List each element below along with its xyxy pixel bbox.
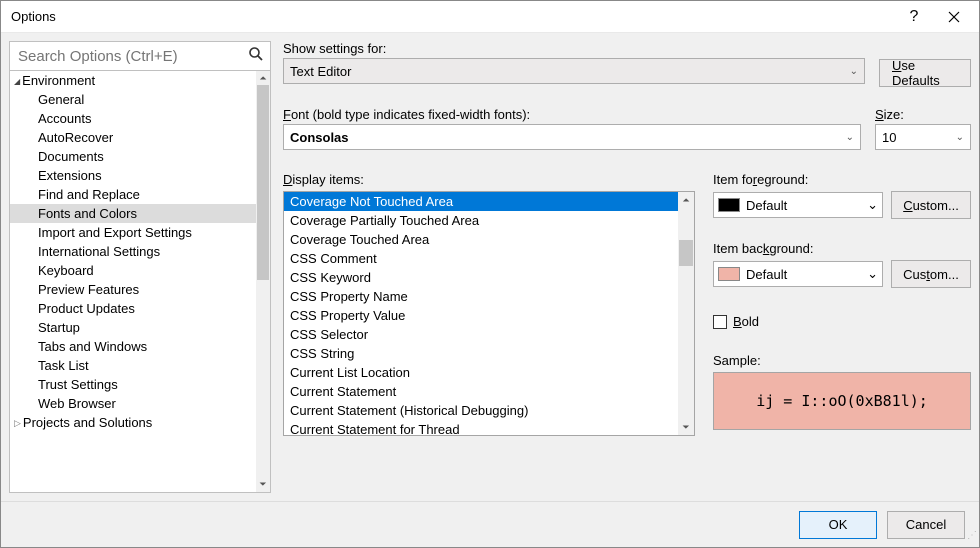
sample-text: ij = I::oO(0xB81l); bbox=[756, 392, 928, 410]
titlebar: Options ? bbox=[1, 1, 979, 33]
bold-checkbox[interactable]: Bold bbox=[713, 314, 971, 329]
scroll-down-icon[interactable]: ⏷ bbox=[259, 477, 266, 492]
size-value: 10 bbox=[882, 130, 896, 145]
use-defaults-button[interactable]: Use Defaults bbox=[879, 59, 971, 87]
tree-item[interactable]: Task List bbox=[10, 356, 256, 375]
list-item[interactable]: CSS String bbox=[284, 344, 678, 363]
tree-item[interactable]: International Settings bbox=[10, 242, 256, 261]
list-item[interactable]: Current Statement for Thread bbox=[284, 420, 678, 435]
custom-fg-button[interactable]: Custom... bbox=[891, 191, 971, 219]
options-sidebar: EnvironmentGeneralAccountsAutoRecoverDoc… bbox=[9, 41, 271, 493]
tree-item[interactable]: Preview Features bbox=[10, 280, 256, 299]
list-item[interactable]: Coverage Touched Area bbox=[284, 230, 678, 249]
options-dialog: Options ? EnvironmentGeneralAccountsAuto… bbox=[0, 0, 980, 548]
chevron-down-icon: ⌄ bbox=[846, 132, 854, 143]
window-title: Options bbox=[11, 9, 56, 24]
tree-item[interactable]: General bbox=[10, 90, 256, 109]
tree-item[interactable]: Documents bbox=[10, 147, 256, 166]
tree-item[interactable]: Import and Export Settings bbox=[10, 223, 256, 242]
options-tree[interactable]: EnvironmentGeneralAccountsAutoRecoverDoc… bbox=[10, 71, 270, 492]
list-item[interactable]: Current Statement (Historical Debugging) bbox=[284, 401, 678, 420]
chevron-down-icon: ⌄ bbox=[867, 266, 878, 282]
item-bg-select[interactable]: Default ⌄ bbox=[713, 261, 883, 287]
tree-node-projects[interactable]: Projects and Solutions bbox=[10, 413, 256, 432]
tree-item[interactable]: Tabs and Windows bbox=[10, 337, 256, 356]
window-controls: ? bbox=[894, 2, 974, 32]
item-bg-label: Item background: bbox=[713, 241, 971, 256]
tree-item[interactable]: Accounts bbox=[10, 109, 256, 128]
close-icon[interactable] bbox=[934, 2, 974, 32]
tree-scrollbar[interactable]: ⏶ ⏷ bbox=[256, 71, 270, 492]
list-item[interactable]: Current Statement bbox=[284, 382, 678, 401]
font-select[interactable]: Consolas ⌄ bbox=[283, 124, 861, 150]
item-fg-label: Item foreground: bbox=[713, 172, 971, 187]
search-input[interactable] bbox=[16, 47, 244, 66]
list-item[interactable]: CSS Comment bbox=[284, 249, 678, 268]
show-settings-select[interactable]: Text Editor ⌄ bbox=[283, 58, 865, 84]
scroll-down-icon[interactable]: ⏷ bbox=[678, 419, 694, 435]
size-label: Size: bbox=[875, 107, 971, 122]
list-item[interactable]: Coverage Partially Touched Area bbox=[284, 211, 678, 230]
search-wrap bbox=[10, 42, 270, 71]
tree-item[interactable]: Extensions bbox=[10, 166, 256, 185]
list-item[interactable]: Current List Location bbox=[284, 363, 678, 382]
tree-item[interactable]: Trust Settings bbox=[10, 375, 256, 394]
settings-main: Show settings for: Text Editor ⌄ Use Def… bbox=[283, 41, 971, 493]
list-item[interactable]: CSS Keyword bbox=[284, 268, 678, 287]
tree-node-environment[interactable]: Environment bbox=[10, 71, 256, 90]
tree-item[interactable]: Keyboard bbox=[10, 261, 256, 280]
chevron-down-icon: ⌄ bbox=[956, 132, 964, 143]
dialog-body: EnvironmentGeneralAccountsAutoRecoverDoc… bbox=[1, 33, 979, 501]
list-item[interactable]: CSS Property Value bbox=[284, 306, 678, 325]
tree-item[interactable]: Find and Replace bbox=[10, 185, 256, 204]
scroll-up-icon[interactable]: ⏶ bbox=[678, 192, 694, 208]
bg-swatch bbox=[718, 267, 740, 281]
fg-value: Default bbox=[746, 198, 861, 213]
bg-value: Default bbox=[746, 267, 861, 282]
cancel-button[interactable]: Cancel bbox=[887, 511, 965, 539]
list-item[interactable]: CSS Property Name bbox=[284, 287, 678, 306]
scroll-up-icon[interactable]: ⏶ bbox=[259, 71, 266, 86]
display-items-list[interactable]: Coverage Not Touched AreaCoverage Partia… bbox=[283, 191, 695, 436]
search-icon[interactable] bbox=[248, 46, 264, 66]
checkbox-box bbox=[713, 315, 727, 329]
bold-label: Bold bbox=[733, 314, 759, 329]
item-fg-select[interactable]: Default ⌄ bbox=[713, 192, 883, 218]
dialog-buttonbar: OK Cancel bbox=[1, 501, 979, 547]
size-select[interactable]: 10 ⌄ bbox=[875, 124, 971, 150]
help-icon[interactable]: ? bbox=[894, 2, 934, 32]
chevron-down-icon: ⌄ bbox=[867, 197, 878, 213]
resize-grip-icon[interactable]: ⋰ bbox=[965, 533, 977, 545]
sample-label: Sample: bbox=[713, 353, 971, 368]
chevron-down-icon: ⌄ bbox=[850, 66, 858, 77]
sample-preview: ij = I::oO(0xB81l); bbox=[713, 372, 971, 430]
scroll-thumb[interactable] bbox=[257, 85, 269, 280]
fg-swatch bbox=[718, 198, 740, 212]
list-scrollbar[interactable]: ⏶ ⏷ bbox=[678, 192, 694, 435]
font-label: Font (bold type indicates fixed-width fo… bbox=[283, 107, 861, 122]
scroll-thumb[interactable] bbox=[679, 240, 693, 266]
custom-bg-button[interactable]: Custom... bbox=[891, 260, 971, 288]
list-item[interactable]: CSS Selector bbox=[284, 325, 678, 344]
tree-item[interactable]: Web Browser bbox=[10, 394, 256, 413]
show-settings-label: Show settings for: bbox=[283, 41, 865, 56]
tree-item[interactable]: Product Updates bbox=[10, 299, 256, 318]
tree-item[interactable]: AutoRecover bbox=[10, 128, 256, 147]
ok-button[interactable]: OK bbox=[799, 511, 877, 539]
show-settings-value: Text Editor bbox=[290, 64, 351, 79]
list-item[interactable]: Coverage Not Touched Area bbox=[284, 192, 678, 211]
tree-item[interactable]: Startup bbox=[10, 318, 256, 337]
font-value: Consolas bbox=[290, 130, 349, 145]
display-items-label: Display items: bbox=[283, 172, 695, 187]
tree-item[interactable]: Fonts and Colors bbox=[10, 204, 256, 223]
